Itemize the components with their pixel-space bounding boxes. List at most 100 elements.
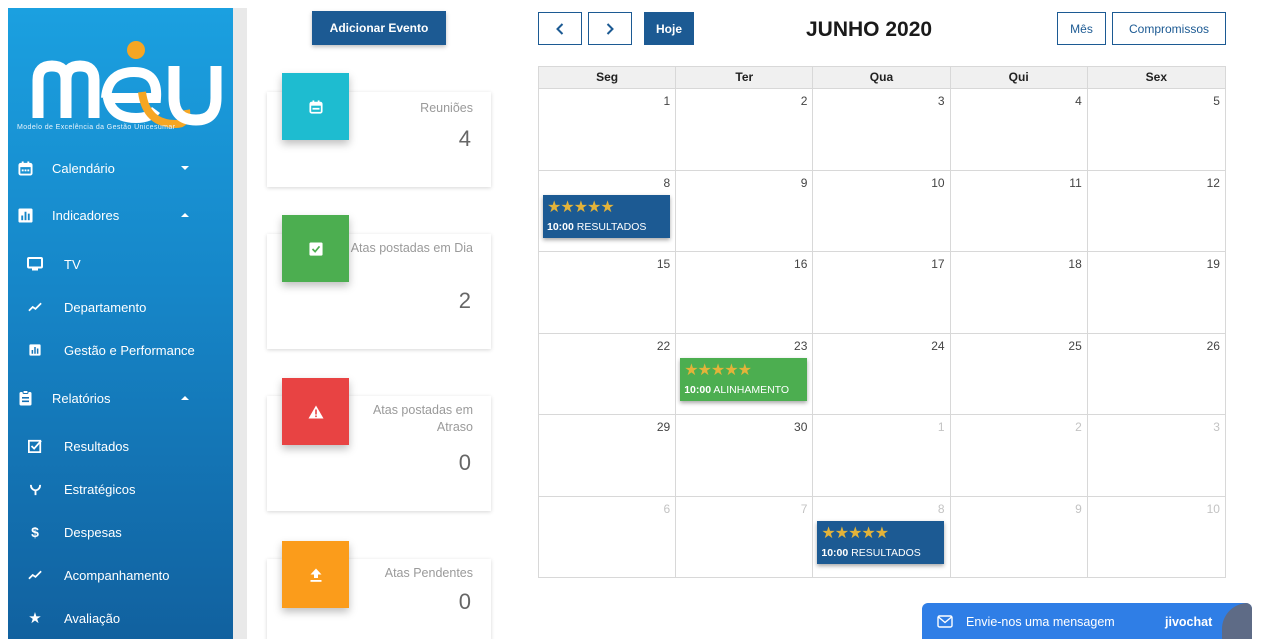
checkbox-icon xyxy=(27,438,43,454)
sidebar-item-estrategicos[interactable]: Estratégicos xyxy=(8,469,233,509)
sidebar-item-label: Estratégicos xyxy=(64,481,136,497)
calendar-day[interactable]: 10 xyxy=(813,170,951,251)
calendar-day[interactable]: 8 ★★★★★ 10:00 RESULTADOS xyxy=(813,496,951,578)
day-number: 4 xyxy=(1075,94,1082,108)
weekday-label: Sex xyxy=(1145,70,1168,84)
sidebar-item-label: Calendário xyxy=(52,160,115,176)
calendar-day[interactable]: 10 xyxy=(1088,497,1225,579)
calendar-day[interactable]: 19 xyxy=(1088,252,1225,333)
calendar-day[interactable]: 8 ★★★★★ 10:00 RESULTADOS xyxy=(539,170,677,251)
sidebar: Modelo de Excelência da Gestão Unicesuma… xyxy=(8,8,233,639)
day-number: 1 xyxy=(937,420,945,434)
calendar-day[interactable]: 3 xyxy=(813,89,951,170)
trending-icon xyxy=(27,567,43,583)
calendar-day[interactable]: 7 xyxy=(676,496,814,578)
calendar-day[interactable]: 1 xyxy=(813,415,951,496)
bar-chart-icon xyxy=(17,207,33,223)
event-text: 10:00 ALINHAMENTO xyxy=(684,384,789,396)
calendar-day[interactable]: 29 xyxy=(539,415,677,496)
bar-chart-icon xyxy=(27,342,43,358)
sidebar-item-calendario[interactable]: Calendário xyxy=(8,148,233,188)
event-text: 10:00 RESULTADOS xyxy=(547,221,646,233)
calendar-week: 8 ★★★★★ 10:00 RESULTADOS 9 10 11 12 xyxy=(539,170,1225,252)
calendar-day[interactable]: 30 xyxy=(676,415,814,496)
upload-icon xyxy=(282,541,349,608)
calendar-day[interactable]: 9 xyxy=(676,170,814,251)
sidebar-item-label: Resultados xyxy=(64,438,130,454)
calendar-day[interactable]: 15 xyxy=(539,252,677,333)
tv-icon xyxy=(27,256,43,272)
weekday-label: Seg xyxy=(539,67,677,88)
clipboard-icon xyxy=(17,390,33,406)
month-view-button[interactable]: Mês xyxy=(1057,12,1106,45)
calendar-week: 22 23 ★★★★★ 10:00 ALINHAMENTO 24 25 26 xyxy=(539,333,1225,415)
day-number: 3 xyxy=(937,94,945,108)
calendar-icon xyxy=(282,73,349,140)
check-icon xyxy=(282,215,349,282)
calendar-day[interactable]: 9 xyxy=(951,496,1088,578)
day-number: 10 xyxy=(931,175,945,190)
calendar-day[interactable]: 17 xyxy=(813,252,951,333)
calendar-day[interactable]: 18 xyxy=(951,252,1088,333)
sidebar-item-departamento[interactable]: Departamento xyxy=(8,287,233,327)
sidebar-item-tv[interactable]: TV xyxy=(8,244,233,284)
weekday-label: Qui xyxy=(951,67,1088,88)
calendar-day[interactable]: 5 xyxy=(1088,89,1225,170)
calendar-day[interactable]: 23 ★★★★★ 10:00 ALINHAMENTO xyxy=(676,333,814,414)
day-number: 23 xyxy=(794,338,808,353)
calendar-day[interactable]: 11 xyxy=(951,170,1088,251)
sidebar-item-despesas[interactable]: $ Despesas xyxy=(8,512,233,552)
card-title: Reuniões xyxy=(420,101,473,115)
sidebar-item-relatorios[interactable]: Relatórios xyxy=(8,378,233,418)
calendar-day[interactable]: 1 xyxy=(539,89,677,170)
calendar-day[interactable]: 2 xyxy=(676,89,814,170)
warning-icon xyxy=(282,378,349,445)
calendar-week: 15 16 17 18 19 xyxy=(539,252,1225,334)
day-number: 25 xyxy=(1068,338,1082,353)
logo-tagline: Modelo de Excelência da Gestão Unicesuma… xyxy=(17,124,176,131)
calendar-event[interactable]: ★★★★★ 10:00 RESULTADOS xyxy=(543,194,670,238)
prev-month-button[interactable] xyxy=(538,12,582,45)
appointments-view-button[interactable]: Compromissos xyxy=(1112,12,1226,45)
trending-icon xyxy=(27,299,43,315)
sidebar-item-gestao-performance[interactable]: Gestão e Performance xyxy=(8,330,233,370)
chat-widget[interactable]: Envie-nos uma mensagem jivochat xyxy=(922,603,1252,639)
sidebar-item-label: Indicadores xyxy=(52,207,120,223)
calendar-day[interactable]: 2 xyxy=(951,415,1088,496)
calendar-day[interactable]: 26 xyxy=(1088,334,1225,415)
next-month-button[interactable] xyxy=(588,12,632,45)
sidebar-item-avaliacao[interactable]: ★ Avaliação xyxy=(8,598,233,638)
day-number: 3 xyxy=(1213,420,1220,434)
calendar-event[interactable]: ★★★★★ 10:00 RESULTADOS xyxy=(817,520,945,564)
event-time: 10:00 xyxy=(821,546,849,559)
calendar-event[interactable]: ★★★★★ 10:00 ALINHAMENTO xyxy=(680,357,808,401)
card-value: 0 xyxy=(458,589,471,614)
calendar-day[interactable]: 6 xyxy=(539,496,677,578)
envelope-icon xyxy=(937,615,953,628)
event-text: 10:00 RESULTADOS xyxy=(821,547,920,559)
day-number: 8 xyxy=(937,501,945,516)
event-title: RESULTADOS xyxy=(576,220,647,233)
calendar-day[interactable]: 22 xyxy=(539,333,677,414)
today-button[interactable]: Hoje xyxy=(644,12,694,45)
calendar-day[interactable]: 24 xyxy=(813,333,951,414)
day-number: 17 xyxy=(931,257,945,271)
sidebar-item-label: Despesas xyxy=(64,524,122,540)
sidebar-item-resultados[interactable]: Resultados xyxy=(8,426,233,466)
day-number: 9 xyxy=(1075,501,1082,516)
day-number: 9 xyxy=(800,175,808,190)
star-icon: ★ xyxy=(28,610,42,627)
rating-stars: ★★★★★ xyxy=(821,524,889,542)
calendar-day[interactable]: 12 xyxy=(1088,171,1225,252)
chevron-up-icon xyxy=(181,213,189,217)
chevron-right-icon xyxy=(606,22,614,35)
sidebar-item-indicadores[interactable]: Indicadores xyxy=(8,195,233,235)
calendar-day[interactable]: 4 xyxy=(951,89,1088,170)
add-event-button[interactable]: Adicionar Evento xyxy=(312,11,446,45)
calendar-day[interactable]: 25 xyxy=(951,333,1088,414)
calendar-day[interactable]: 3 xyxy=(1088,415,1225,496)
chat-brand: jivochat xyxy=(1165,615,1213,629)
sidebar-item-acompanhamento[interactable]: Acompanhamento xyxy=(8,555,233,595)
calendar-day[interactable]: 16 xyxy=(676,252,814,333)
day-number: 18 xyxy=(1068,257,1082,271)
